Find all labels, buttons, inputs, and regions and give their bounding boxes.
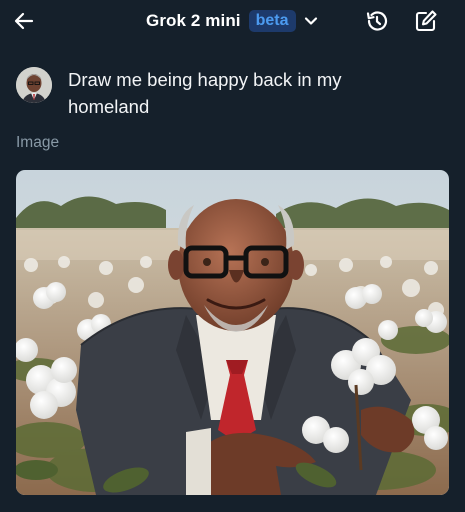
new-chat-button[interactable] [413, 8, 439, 34]
chevron-down-icon [304, 17, 317, 25]
top-bar: Grok 2 mini beta [0, 0, 465, 42]
history-icon [366, 11, 388, 31]
avatar [16, 67, 52, 103]
image-label: Image [16, 134, 60, 151]
user-message: Draw me being happy back in my homeland [68, 69, 342, 117]
edit-icon [415, 10, 437, 32]
arrow-left-icon [14, 12, 34, 30]
back-button[interactable] [12, 9, 36, 33]
model-selector[interactable]: Grok 2 mini beta [146, 9, 318, 33]
model-name: Grok 2 mini [146, 11, 241, 30]
beta-badge: beta [248, 10, 296, 32]
generated-image[interactable] [16, 170, 449, 495]
history-button[interactable] [364, 8, 390, 34]
